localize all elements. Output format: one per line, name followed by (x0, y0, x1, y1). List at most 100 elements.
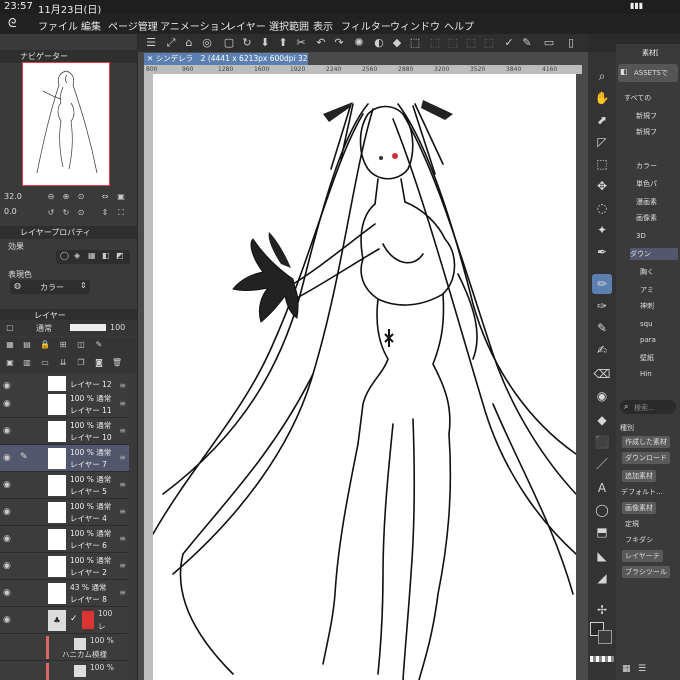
tree-item[interactable]: 胸く (640, 266, 654, 278)
lock-alpha-icon[interactable]: ⊞ (56, 339, 70, 351)
tree-item[interactable]: 単色パ (636, 178, 657, 190)
trash-icon[interactable]: 🗑 (110, 357, 124, 369)
menu-animation[interactable]: アニメーション (160, 18, 230, 33)
layer-tab[interactable]: レイヤー (34, 311, 66, 320)
new-vector-icon[interactable]: ▥ (20, 357, 34, 369)
layer-menu-icon[interactable]: ≡ (119, 507, 126, 516)
flip-v-icon[interactable]: ⇕ (98, 207, 112, 219)
eraser-tool-icon[interactable]: ⌫ (592, 364, 612, 384)
chip-image[interactable]: 画像素材 (622, 502, 656, 514)
phone-icon[interactable]: ▯ (564, 36, 578, 50)
move-tool-icon[interactable]: ✥ (592, 176, 612, 196)
transform-icon[interactable]: ⬚ (408, 36, 422, 50)
eye-icon[interactable]: ◉ (3, 561, 14, 571)
layer-row-7[interactable]: ◉ ✎ 100 % 通常 レイヤー 7 ≡ (0, 445, 129, 472)
transparent-color-swatch[interactable] (590, 656, 614, 662)
effect-buttons[interactable]: ◯ ◈ ▦ ◧ ◩ (56, 250, 130, 264)
select-none-icon[interactable]: ⬚ (428, 36, 442, 50)
layer-row-2[interactable]: ◉ 100 % 通常 レイヤー 2 ≡ (0, 553, 129, 580)
new-raster-icon[interactable]: ▣ (3, 357, 17, 369)
clip-studio-icon[interactable]: ◎ (200, 36, 214, 50)
layer-row-5[interactable]: ◉ 100 % 通常 レイヤー 5 ≡ (0, 472, 129, 499)
sub-color-swatch[interactable] (598, 630, 612, 644)
fit-window-icon[interactable]: ▣ (114, 191, 128, 203)
invert-select-icon[interactable]: ⬚ (446, 36, 460, 50)
magic-wand-tool-icon[interactable]: ✦ (592, 220, 612, 240)
border-effect-icon[interactable]: ◯ (60, 251, 69, 260)
crop-icon[interactable]: ⬚ (464, 36, 478, 50)
layer-row-folder[interactable]: ◉ ♣ ✓ 100 レ (0, 607, 129, 634)
grid-view-icon[interactable]: ▦ (622, 664, 631, 674)
zoom-in-icon[interactable]: ⊕ (59, 191, 73, 203)
sparkle-icon[interactable]: ✢ (592, 600, 612, 620)
diamond-icon[interactable]: ◆ (390, 36, 404, 50)
line-tool-icon[interactable]: ／ (592, 454, 612, 474)
ruler-tool-icon[interactable]: ◣ (592, 546, 612, 566)
menu-layer[interactable]: レイヤー (226, 18, 266, 33)
rotate-left-icon[interactable]: ↺ (44, 207, 58, 219)
menu-selection[interactable]: 選択範囲 (269, 18, 309, 33)
chip-downloaded[interactable]: ダウンロード (622, 452, 670, 464)
gradient-tool-icon[interactable]: ⬛ (592, 432, 612, 452)
balloon-tool-icon[interactable]: ◯ (592, 500, 612, 520)
menu-filter[interactable]: フィルター (341, 18, 391, 33)
chip-balloon[interactable]: フキダシ (622, 534, 656, 546)
tree-item[interactable]: para (640, 334, 656, 346)
save-icon[interactable]: ⬇ (258, 36, 272, 50)
layer-row-6[interactable]: ◉ 100 % 通常 レイヤー 6 ≡ (0, 526, 129, 553)
opacity-slider[interactable] (70, 324, 106, 331)
check-icon[interactable]: ✓ (502, 36, 516, 50)
new-folder-icon[interactable]: ▭ (38, 357, 52, 369)
fill-tool-icon[interactable]: ◆ (592, 410, 612, 430)
menu-icon[interactable]: ☰ (144, 36, 158, 50)
fill-icon[interactable]: ◐ (372, 36, 386, 50)
outline-effect-icon[interactable]: ◩ (116, 251, 124, 260)
rotate-right-icon[interactable]: ↻ (59, 207, 73, 219)
layer-menu-icon[interactable]: ≡ (119, 381, 126, 390)
material-search[interactable]: ⌕ 検索… (620, 400, 676, 414)
tree-item[interactable]: アミ (640, 284, 654, 296)
layer-row-10[interactable]: ◉ 100 % 通常 レイヤー 10 ≡ (0, 418, 129, 445)
loading-icon[interactable]: ✺ (352, 36, 366, 50)
reset-rotate-icon[interactable]: ⊙ (74, 207, 88, 219)
list-view-icon[interactable]: ☰ (638, 664, 646, 674)
fit-icon[interactable]: ⊙ (74, 191, 88, 203)
clear-icon[interactable]: ⬚ (482, 36, 496, 50)
copy-layer-icon[interactable]: ❐ (74, 357, 88, 369)
opacity-value[interactable]: 100 (110, 323, 125, 332)
home-icon[interactable]: ⌂ (182, 36, 196, 50)
tablet-icon[interactable]: ▭ (542, 36, 556, 50)
draft-icon[interactable]: ✎ (92, 339, 106, 351)
chip-default[interactable]: デフォルト… (618, 486, 666, 498)
layer-move-tool-icon[interactable]: ◸ (592, 132, 612, 152)
zoom-tool-icon[interactable]: ⌕ (592, 66, 612, 86)
menu-edit[interactable]: 編集 (81, 18, 101, 33)
flip-h-icon[interactable]: ⇔ (98, 191, 112, 203)
hand-tool-icon[interactable]: ✋ (592, 88, 612, 108)
airbrush-tool-icon[interactable]: ✍ (592, 340, 612, 360)
menu-view[interactable]: 表示 (313, 18, 333, 33)
tree-item[interactable]: 漫画素 (636, 196, 657, 208)
tree-item[interactable]: 壁紙 (640, 352, 654, 364)
tree-item-selected[interactable]: ダウン (630, 248, 678, 260)
layer-menu-icon[interactable]: ≡ (119, 534, 126, 543)
tree-item[interactable]: 画像素 (636, 212, 657, 224)
chip-layer-template[interactable]: レイヤーテ (622, 550, 663, 562)
export-icon[interactable]: ⬆ (276, 36, 290, 50)
clip-icon[interactable]: ▦ (3, 339, 17, 351)
lock-icon[interactable]: 🔒 (38, 339, 52, 351)
tree-item[interactable]: 3D (636, 230, 646, 242)
correct-line-tool-icon[interactable]: ◢ (592, 568, 612, 588)
eye-icon[interactable]: ◉ (3, 534, 14, 544)
tone-effect-icon[interactable]: ◈ (74, 251, 80, 260)
blend-tool-icon[interactable]: ◉ (592, 386, 612, 406)
rotate-value[interactable]: 0.0 (4, 207, 17, 216)
layer-menu-icon[interactable]: ≡ (119, 399, 126, 408)
eye-icon[interactable]: ◉ (3, 615, 14, 625)
layer-menu-icon[interactable]: ≡ (119, 426, 126, 435)
menu-help[interactable]: ヘルプ (444, 18, 474, 33)
tree-item[interactable]: カラー (636, 160, 657, 172)
layer-row-11[interactable]: ◉ 100 % 通常 レイヤー 11 ≡ (0, 391, 129, 418)
assets-button[interactable]: ◧ ASSETSで (618, 64, 678, 82)
redo-icon[interactable]: ↷ (332, 36, 346, 50)
